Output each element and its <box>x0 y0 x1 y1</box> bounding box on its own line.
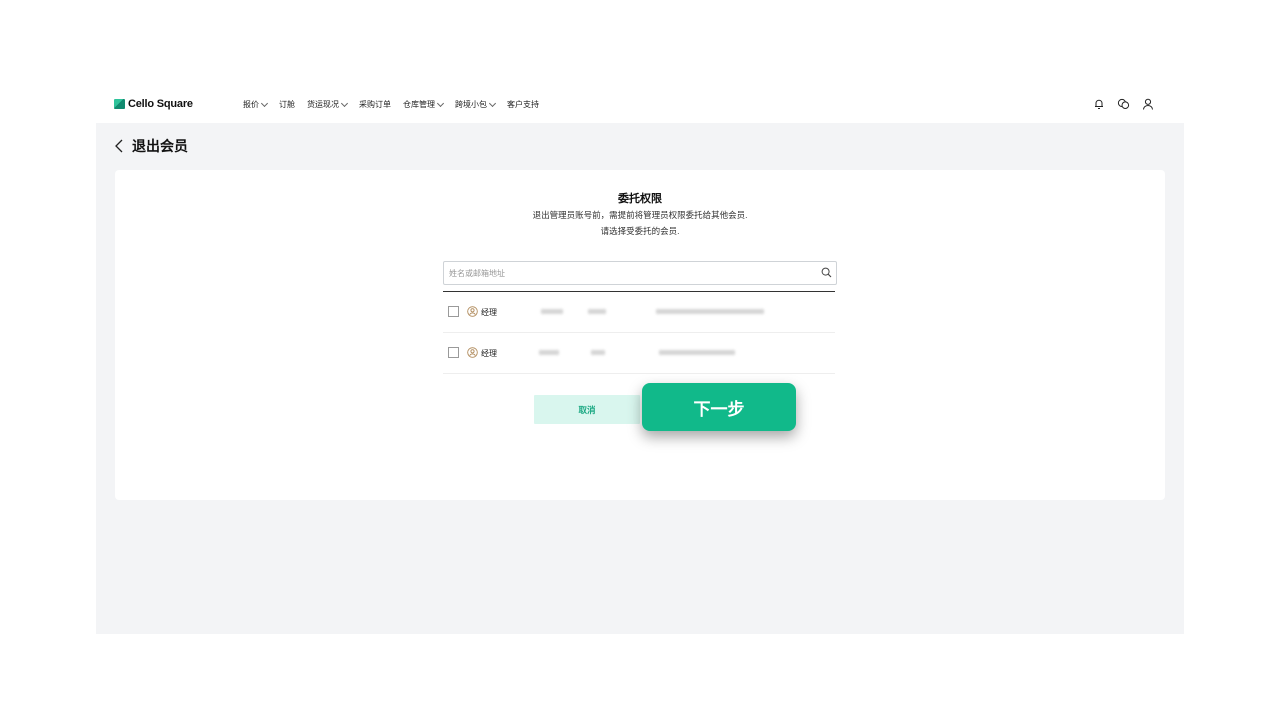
next-step-button[interactable]: 下一步 <box>642 383 796 431</box>
member-email-redacted: ████████████████ <box>656 309 764 314</box>
nav-item-cargo-status[interactable]: 货运现况 <box>307 99 349 110</box>
member-checkbox[interactable] <box>448 347 459 358</box>
back-arrow-icon[interactable] <box>114 139 124 153</box>
cancel-button[interactable]: 取消 <box>534 395 640 424</box>
user-circle-icon <box>467 306 478 317</box>
member-dept-redacted: ███ <box>591 350 605 355</box>
nav-item-label: 仓库管理 <box>403 100 435 109</box>
member-name-redacted: ████ <box>539 350 559 355</box>
delegate-permission-card: 委托权限 退出管理员账号前，需提前将管理员权限委托给其他会员. 请选择受委托的会… <box>115 170 1165 500</box>
user-circle-icon <box>467 347 478 358</box>
chevron-down-icon <box>260 99 269 108</box>
member-name-redacted: ██████ <box>541 309 563 314</box>
main-nav: 报价 订舱 货运现况 采购订单 仓库管理 跨境小包 客户支持 <box>243 99 551 110</box>
nav-item-label: 订舱 <box>279 100 295 109</box>
search-input[interactable] <box>449 266 809 280</box>
nav-item-label: 货运现况 <box>307 100 339 109</box>
member-email-redacted: ████████████ <box>659 350 735 355</box>
member-role: 经理 <box>481 349 497 358</box>
app-frame: Cello Square 报价 订舱 货运现况 采购订单 仓库管理 跨境小包 客… <box>96 88 1184 634</box>
bell-icon[interactable] <box>1093 98 1105 110</box>
nav-item-purchase-order[interactable]: 采购订单 <box>359 99 391 110</box>
nav-item-label: 跨境小包 <box>455 100 487 109</box>
list-item[interactable]: 经理 ██████ ████ ████████████████ <box>443 292 835 333</box>
nav-item-warehouse[interactable]: 仓库管理 <box>403 99 445 110</box>
logo-text: Cello Square <box>128 98 193 110</box>
member-list: 经理 ██████ ████ ████████████████ 经理 ████ … <box>443 291 835 374</box>
nav-item-label: 采购订单 <box>359 100 391 109</box>
top-nav-bar: Cello Square 报价 订舱 货运现况 采购订单 仓库管理 跨境小包 客… <box>96 88 1184 123</box>
dialog-description: 退出管理员账号前，需提前将管理员权限委托给其他会员. <box>532 210 748 220</box>
page-header: 退出会员 <box>114 136 188 156</box>
dialog-title: 委托权限 <box>618 193 662 205</box>
list-item[interactable]: 经理 ████ ███ ████████████ <box>443 333 835 374</box>
member-checkbox[interactable] <box>448 306 459 317</box>
chevron-down-icon <box>340 99 349 108</box>
logo-mark-icon <box>114 99 125 109</box>
nav-item-support[interactable]: 客户支持 <box>507 99 539 110</box>
member-role: 经理 <box>481 308 497 317</box>
page-title: 退出会员 <box>132 138 188 154</box>
member-search-box <box>443 261 837 285</box>
chevron-down-icon <box>436 99 445 108</box>
chevron-down-icon <box>488 99 497 108</box>
nav-item-quote[interactable]: 报价 <box>243 99 269 110</box>
member-dept-redacted: ████ <box>588 309 606 314</box>
chat-icon[interactable] <box>1117 98 1130 110</box>
dialog-instruction: 请选择受委托的会员. <box>600 226 680 236</box>
nav-item-label: 报价 <box>243 100 259 109</box>
nav-item-cross-border[interactable]: 跨境小包 <box>455 99 497 110</box>
header-actions <box>1093 98 1154 110</box>
nav-item-label: 客户支持 <box>507 100 539 109</box>
nav-item-booking[interactable]: 订舱 <box>279 99 295 110</box>
logo[interactable]: Cello Square <box>114 98 193 110</box>
user-icon[interactable] <box>1142 98 1154 110</box>
search-icon[interactable] <box>821 267 832 278</box>
